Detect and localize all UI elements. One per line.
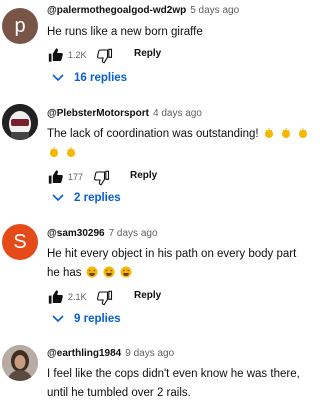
comment-3: S @sam30296 7 days ago He hit every objec… bbox=[0, 222, 315, 334]
avatar-letter: S bbox=[13, 230, 27, 253]
replies-label: 16 replies bbox=[74, 72, 128, 84]
reply-button[interactable]: Reply bbox=[134, 290, 161, 301]
view-replies-button[interactable]: 16 replies bbox=[52, 67, 127, 89]
clapping-hands-icon bbox=[264, 128, 273, 138]
clapping-hands-icon bbox=[282, 128, 291, 138]
comment-text-body: He hit every object in his path on every… bbox=[47, 248, 297, 279]
comment-text: The lack of coordination was outstanding… bbox=[47, 125, 311, 163]
like-count: 1.2K bbox=[68, 50, 87, 60]
laughing-face-icon bbox=[103, 266, 115, 278]
dislike-icon[interactable] bbox=[94, 170, 111, 186]
comment-author[interactable]: @sam30296 bbox=[47, 228, 105, 239]
comment-text-body: The lack of coordination was outstanding… bbox=[47, 128, 259, 140]
reply-button[interactable]: Reply bbox=[134, 48, 161, 59]
comment-time[interactable]: 5 days ago bbox=[190, 5, 239, 16]
avatar[interactable]: S bbox=[2, 224, 38, 260]
reply-button[interactable]: Reply bbox=[130, 170, 157, 181]
comment-text: I feel like the cops didn't even know he… bbox=[47, 368, 300, 399]
like-icon[interactable] bbox=[47, 47, 64, 63]
comment-time[interactable]: 7 days ago bbox=[109, 228, 158, 239]
clapping-hands-icon bbox=[299, 128, 308, 138]
comment-1: p @palermothegoalgod-wd2wp 5 days ago He … bbox=[0, 0, 315, 95]
chevron-down-icon bbox=[52, 74, 64, 82]
laughing-face-icon bbox=[86, 266, 98, 278]
like-icon[interactable] bbox=[47, 289, 64, 305]
dislike-icon[interactable] bbox=[97, 48, 114, 64]
comment-2: @PlebsterMotorsport 4 days ago The lack o… bbox=[0, 100, 315, 212]
replies-label: 2 replies bbox=[74, 192, 121, 204]
view-replies-button[interactable]: 9 replies bbox=[52, 308, 121, 330]
clapping-hands-icon bbox=[50, 147, 58, 157]
avatar[interactable]: p bbox=[2, 8, 38, 44]
like-count: 177 bbox=[68, 172, 84, 182]
dislike-icon[interactable] bbox=[97, 290, 114, 306]
replies-label: 9 replies bbox=[74, 313, 121, 325]
comment-author[interactable]: @earthling1984 bbox=[47, 348, 121, 359]
chevron-down-icon bbox=[52, 194, 64, 202]
comment-time[interactable]: 4 days ago bbox=[153, 108, 202, 119]
clapping-hands-icon bbox=[67, 147, 76, 157]
laughing-face-icon bbox=[120, 266, 132, 278]
like-count: 2.1K bbox=[68, 292, 87, 302]
helmet-avatar-image bbox=[2, 104, 38, 140]
chevron-down-icon bbox=[52, 315, 64, 323]
avatar[interactable] bbox=[2, 104, 38, 140]
comment-author[interactable]: @PlebsterMotorsport bbox=[47, 108, 149, 119]
comment-4: @earthling1984 9 days ago I feel like the… bbox=[0, 343, 315, 402]
view-replies-button[interactable]: 2 replies bbox=[52, 187, 121, 209]
comment-time[interactable]: 9 days ago bbox=[125, 348, 174, 359]
comment-author[interactable]: @palermothegoalgod-wd2wp bbox=[47, 5, 186, 16]
avatar[interactable] bbox=[2, 345, 38, 381]
like-icon[interactable] bbox=[47, 169, 64, 185]
comment-text: He hit every object in his path on every… bbox=[47, 245, 311, 283]
avatar-letter: p bbox=[14, 14, 26, 37]
person-avatar-image bbox=[2, 345, 38, 381]
comment-text: He runs like a new born giraffe bbox=[47, 26, 203, 38]
